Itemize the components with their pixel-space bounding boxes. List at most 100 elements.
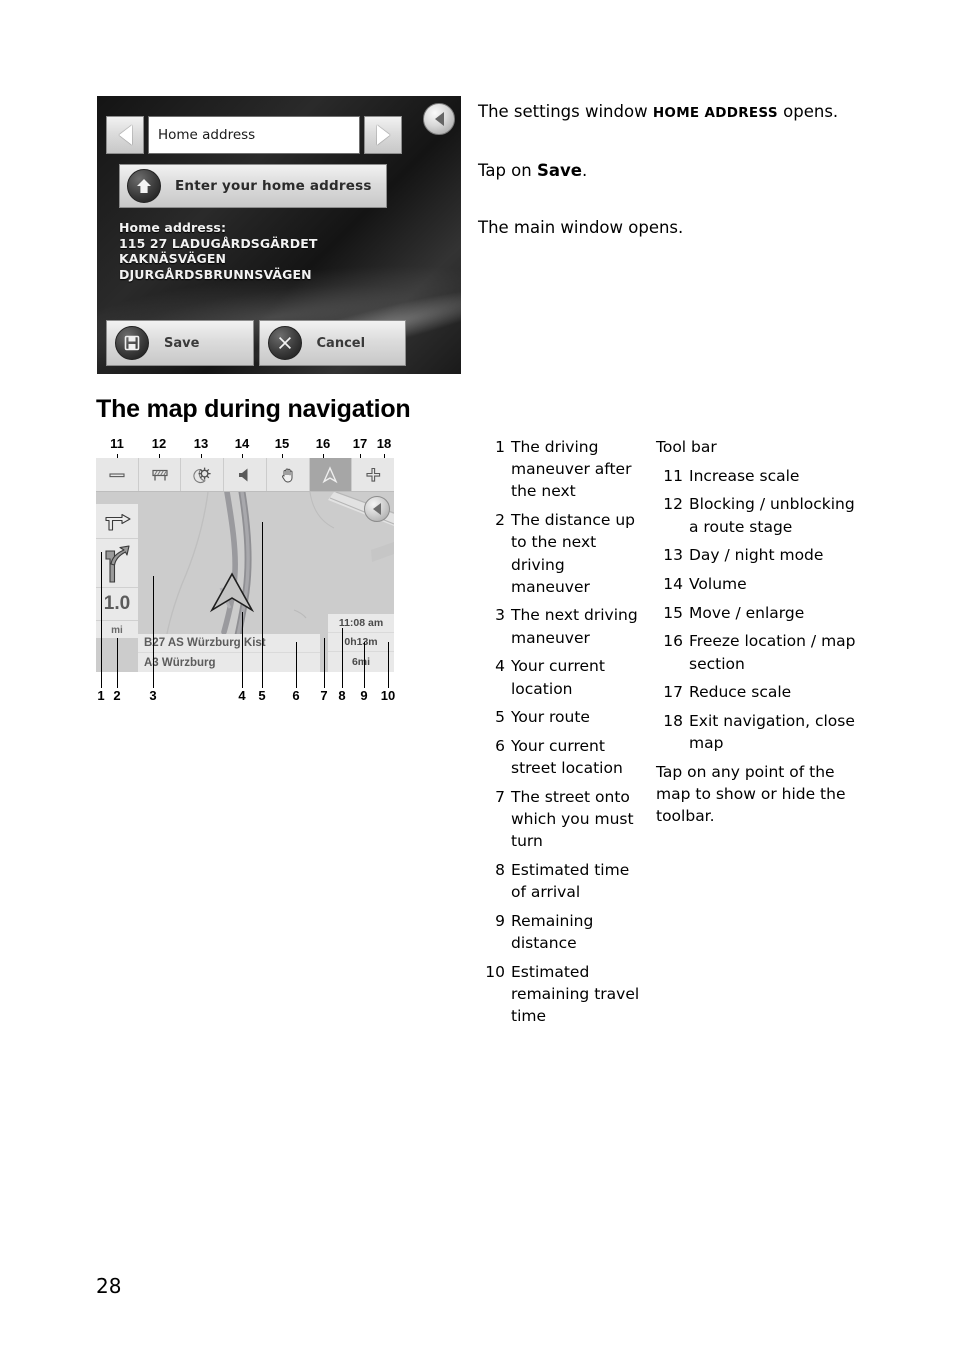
legend-item-number: 12 — [663, 495, 683, 514]
map-callout-number-bottom: 6 — [292, 688, 300, 703]
legend-item-text: Your route — [511, 708, 590, 727]
callout-tick — [324, 638, 325, 688]
minus-icon — [109, 472, 125, 477]
current-street-label: A3 Würzburg — [144, 656, 216, 669]
page-number: 28 — [96, 1274, 122, 1298]
home-address-caption: Home address: — [119, 220, 227, 235]
instruction-1-part-1: The settings window — [478, 102, 653, 121]
legend-item-text: The distance up to the next driving mane… — [511, 511, 636, 596]
instructions-block: The settings window HOME ADDRESS opens. … — [478, 100, 848, 239]
map-callout-labels-top: 11 12 13 14 15 16 17 18 — [96, 436, 396, 454]
next-page-button[interactable] — [364, 116, 402, 154]
legend-item: 9 Remaining distance — [478, 910, 648, 954]
trip-info-panel: 11:08 am 0h13m 6mi — [328, 614, 394, 672]
map-callout-number-bottom: 4 — [238, 688, 246, 703]
legend-item-number: 2 — [495, 511, 505, 530]
legend-toolbar-title: Tool bar — [656, 438, 717, 456]
toolbar-button-move-enlarge[interactable] — [267, 458, 310, 491]
legend-item: 1 The driving maneuver after the next — [478, 436, 648, 503]
map-callout-number-top: 13 — [193, 436, 209, 451]
toolbar-button-increase-scale[interactable] — [96, 458, 139, 491]
map-back-button[interactable] — [364, 496, 390, 522]
legend-item-text: Estimated remaining travel time — [511, 962, 640, 1026]
map-callout-number-top: 15 — [274, 436, 290, 451]
compass-arrow-icon — [322, 465, 338, 483]
triangle-left-icon — [118, 125, 132, 145]
map-navigation-screenshot: 1.0 mi B27 AS Würzburg Kist A3 Würzburg … — [96, 458, 394, 672]
legend-item-number: 11 — [663, 466, 683, 485]
instruction-2-part-1: Tap on — [478, 161, 537, 180]
speaker-icon — [239, 468, 248, 481]
home-address-line-1: 115 27 LADUGÅRDSGÄRDET — [119, 235, 318, 251]
legend-item-text: Volume — [689, 575, 747, 594]
home-address-footer: Save Cancel — [106, 320, 406, 366]
triangle-right-icon — [376, 125, 390, 145]
toolbar-button-day-night-mode[interactable] — [181, 458, 225, 491]
legend-item-number: 15 — [663, 603, 683, 622]
map-callout-number-top: 14 — [234, 436, 250, 451]
previous-page-button[interactable] — [106, 116, 144, 154]
legend-item-text: Day / night mode — [689, 546, 824, 565]
maneuver-panel: 1.0 mi — [96, 504, 138, 638]
legend-item-text: Remaining distance — [511, 911, 594, 953]
legend-item-number: 7 — [495, 787, 505, 806]
back-button[interactable] — [423, 103, 455, 135]
distance-value: 1.0 — [103, 593, 131, 614]
legend-item: 7 The street onto which you must turn — [478, 786, 648, 853]
map-callout-number-top: 18 — [376, 436, 392, 451]
instruction-1-part-3: opens. — [777, 102, 839, 121]
callout-tick — [262, 522, 263, 688]
legend-item: 16 Freeze location / map section — [656, 630, 856, 674]
legend-item-number: 10 — [485, 962, 505, 981]
floppy-disk-icon — [115, 326, 149, 360]
legend-item-number: 16 — [663, 632, 683, 651]
map-callout-number-bottom: 2 — [113, 688, 121, 703]
map-callout-number-bottom: 9 — [360, 688, 368, 703]
toolbar-button-block-route-stage[interactable] — [139, 458, 182, 491]
toolbar-button-volume[interactable] — [224, 458, 267, 491]
legend-item-number: 4 — [495, 657, 505, 676]
legend-item-text: Estimated time of arrival — [511, 860, 630, 902]
remaining-time-value: 0h13m — [328, 633, 394, 652]
cancel-button[interactable]: Cancel — [258, 320, 406, 366]
enter-home-address-label: Enter your home address — [175, 178, 372, 194]
toolbar-button-reduce-scale[interactable] — [352, 458, 394, 491]
callout-tick — [101, 552, 102, 688]
window-title-field: Home address — [148, 116, 360, 154]
legend-item-number: 1 — [495, 438, 505, 456]
legend-item: 12 Blocking / unblocking a route stage — [656, 493, 856, 537]
legend-item-text: Exit navigation, close map — [689, 712, 855, 753]
legend-item-text: Freeze location / map section — [689, 632, 856, 673]
turn-right-ahead-icon — [105, 513, 131, 531]
map-callout-number-top: 12 — [151, 436, 167, 451]
legend-item-text: Reduce scale — [689, 683, 792, 702]
enter-home-address-button[interactable]: Enter your home address — [119, 164, 387, 208]
back-arrow-icon — [434, 112, 444, 126]
merge-right-icon — [105, 545, 130, 583]
legend-item: 5 Your route — [478, 706, 648, 728]
toolbar-button-freeze-location[interactable] — [309, 458, 353, 491]
callout-tick — [117, 638, 118, 688]
road-barrier-icon — [151, 469, 168, 480]
map-callout-number-top: 16 — [315, 436, 331, 451]
callout-tick — [242, 612, 243, 688]
page-title: The map during navigation — [96, 395, 411, 423]
next-street-label: B27 AS Würzburg Kist — [138, 634, 320, 653]
legend-item-text: The next driving maneuver — [511, 606, 638, 647]
save-button[interactable]: Save — [106, 320, 254, 366]
plus-icon — [366, 467, 381, 482]
legend-item: 3 The next driving maneuver — [478, 604, 648, 648]
legend-item: 14 Volume — [656, 573, 856, 595]
legend-item: 4 Your current location — [478, 655, 648, 699]
legend-item-number: 13 — [663, 546, 683, 565]
hand-icon — [281, 468, 293, 483]
home-icon — [127, 169, 161, 203]
next-maneuver-cell — [96, 539, 138, 588]
legend-item: 2 The distance up to the next driving man… — [478, 509, 648, 598]
maneuver-after-next-cell — [96, 504, 138, 539]
legend-item-text: Your current location — [511, 657, 605, 698]
callout-tick — [342, 628, 343, 688]
callout-tick — [388, 642, 389, 688]
instruction-paragraph-1: The settings window HOME ADDRESS opens. — [478, 100, 848, 125]
instruction-paragraph-2: Tap on Save. — [478, 159, 848, 182]
